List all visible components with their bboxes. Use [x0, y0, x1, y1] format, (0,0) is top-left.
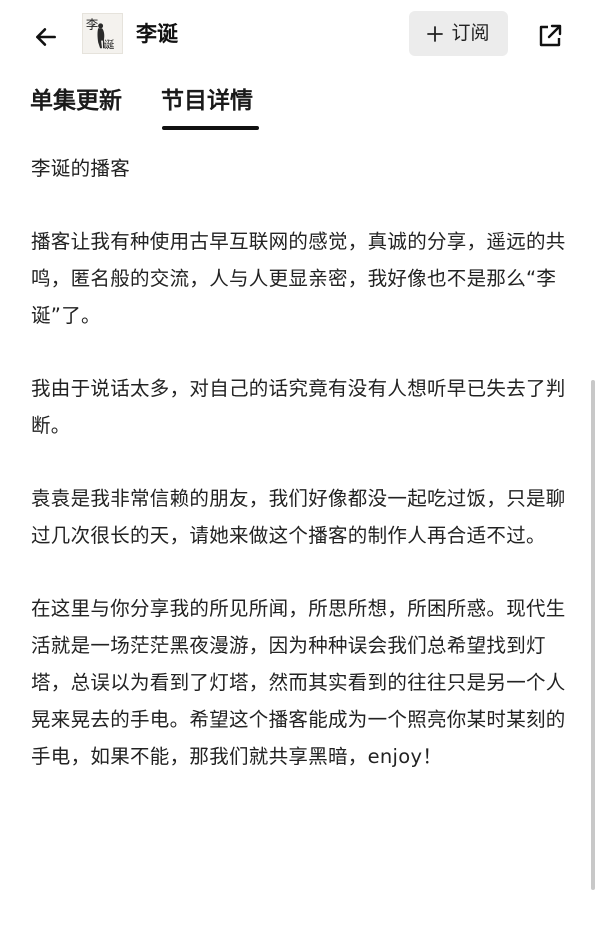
top-bar: 李 诞 李诞 订阅 — [0, 0, 600, 70]
tab-episodes[interactable]: 单集更新 — [30, 84, 122, 118]
program-description: 李诞的播客 播客让我有种使用古早互联网的感觉，真诚的分享，遥远的共鸣，匿名般的交… — [31, 150, 576, 811]
description-paragraph: 袁袁是我非常信赖的朋友，我们好像都没一起吃过饭，只是聊过几次很长的天，请她来做这… — [31, 487, 566, 547]
avatar[interactable]: 李 诞 — [82, 13, 123, 54]
description-paragraph: 播客让我有种使用古早互联网的感觉，真诚的分享，遥远的共鸣，匿名般的交流，人与人更… — [31, 230, 566, 327]
subscribe-button[interactable]: 订阅 — [409, 11, 508, 56]
arrow-left-icon — [36, 28, 56, 46]
podcast-detail-page: 李 诞 李诞 订阅 单集更新 节目详情 李诞的播客 播客让我有种使用古早互联网的… — [0, 0, 600, 930]
podcast-cover-image: 李 诞 — [83, 14, 122, 53]
plus-icon — [427, 25, 444, 42]
tab-program-details[interactable]: 节目详情 — [161, 84, 253, 118]
scrollbar[interactable] — [591, 380, 595, 890]
avatar-text-bottom: 诞 — [104, 38, 115, 51]
page-title: 李诞 — [136, 22, 178, 46]
tab-bar: 单集更新 节目详情 — [0, 70, 600, 136]
description-paragraph: 在这里与你分享我的所见所闻，所思所想，所困所惑。现代生活就是一场茫茫黑夜漫游，因… — [31, 597, 566, 768]
active-tab-indicator — [162, 126, 259, 130]
share-button[interactable] — [530, 16, 570, 56]
share-external-icon — [539, 24, 562, 47]
description-paragraph: 李诞的播客 — [31, 157, 131, 180]
subscribe-label: 订阅 — [451, 22, 490, 44]
back-button[interactable] — [26, 17, 66, 57]
avatar-text-top: 李 — [86, 17, 98, 32]
description-paragraph: 我由于说话太多，对自己的话究竟有没有人想听早已失去了判断。 — [31, 377, 566, 437]
